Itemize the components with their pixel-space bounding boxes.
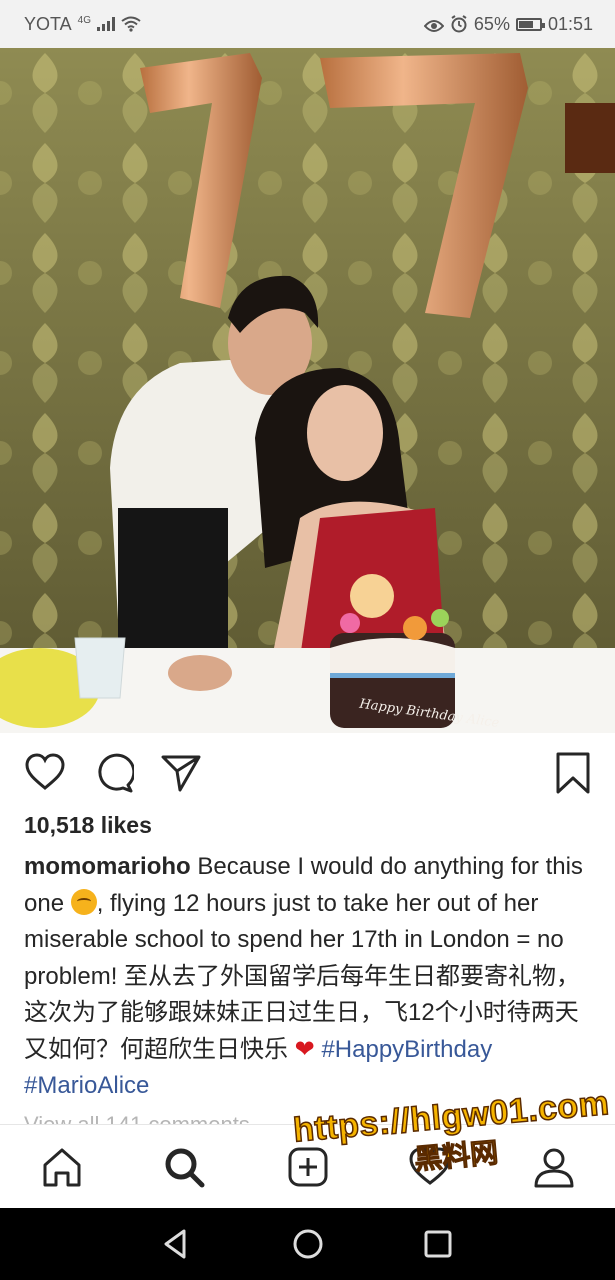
home-icon[interactable] <box>40 1145 84 1189</box>
wifi-icon <box>121 16 141 32</box>
battery-percent: 65% <box>473 13 510 34</box>
status-right: 65% 01:51 <box>423 13 593 35</box>
share-send-icon[interactable] <box>160 752 202 794</box>
caption-username[interactable]: momomarioho <box>24 853 191 880</box>
back-icon[interactable] <box>158 1226 194 1262</box>
battery-icon <box>515 17 545 31</box>
post-actions <box>24 752 591 796</box>
hashtag-marioalice[interactable]: #MarioAlice <box>24 1072 149 1099</box>
status-bar: YOTA 4G 65% 01:51 <box>0 0 615 48</box>
system-navigation-bar <box>0 1208 615 1280</box>
signal-icon <box>97 17 116 31</box>
likes-count[interactable]: 10,518 likes <box>24 812 152 839</box>
photo-illustration: Happy Birthday Alice <box>0 48 615 733</box>
bookmark-save-icon[interactable] <box>555 752 591 794</box>
search-icon[interactable] <box>162 1145 206 1189</box>
status-left: YOTA 4G <box>24 14 141 35</box>
like-heart-icon[interactable] <box>24 752 66 794</box>
comment-icon[interactable] <box>92 752 136 794</box>
red-heart-emoji: ❤ <box>294 1035 315 1063</box>
post-caption: momomarioho Because I would do anything … <box>24 849 599 1105</box>
carrier-label: YOTA <box>24 13 72 34</box>
hashtag-happybirthday[interactable]: #HappyBirthday <box>321 1036 492 1063</box>
home-button-icon[interactable] <box>290 1226 326 1262</box>
upside-down-face-emoji-icon <box>70 888 97 915</box>
post-photo[interactable]: Happy Birthday Alice <box>0 48 615 733</box>
network-type: 4G <box>77 14 92 26</box>
recents-icon[interactable] <box>420 1226 456 1262</box>
clock: 01:51 <box>547 13 593 34</box>
alarm-icon <box>450 15 468 33</box>
eye-icon <box>423 17 445 32</box>
